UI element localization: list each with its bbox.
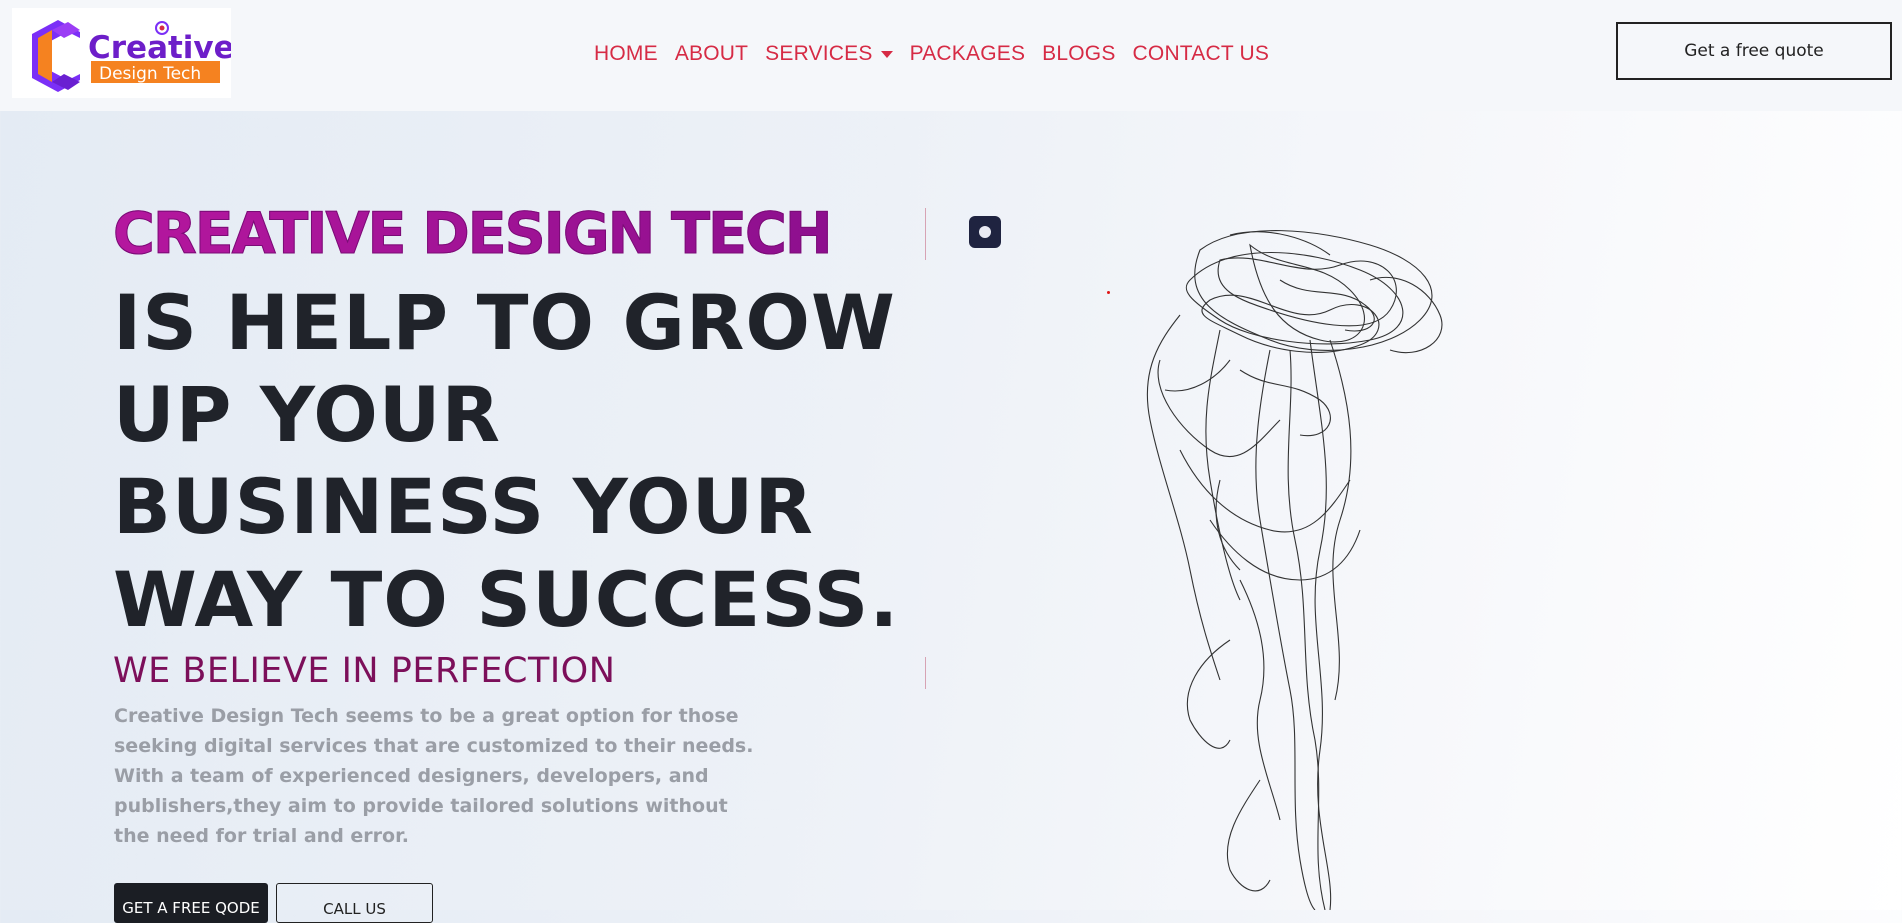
nav-blogs[interactable]: BLOGS <box>1042 42 1115 66</box>
nav-home-label: HOME <box>594 42 658 65</box>
get-quote-button[interactable]: Get a free quote <box>1616 22 1892 80</box>
site-header: Creative Design Tech HOME ABOUT SERVICES… <box>0 0 1902 111</box>
chevron-down-icon <box>880 50 893 58</box>
main-nav: HOME ABOUT SERVICES PACKAGES BLOGS CONTA… <box>594 40 1286 68</box>
hero-headline-line-1: IS HELP TO GROW <box>113 278 896 367</box>
hero-headline-line-4: WAY TO SUCCESS. <box>113 555 900 644</box>
nav-contact-label: CONTACT US <box>1132 42 1270 65</box>
nav-home[interactable]: HOME <box>594 42 658 66</box>
hero-brand-title: CREATIVE DESIGN TECH <box>113 201 834 268</box>
line-sketch-head-illustration <box>1146 230 1443 910</box>
nav-about[interactable]: ABOUT <box>675 42 748 66</box>
nav-contact[interactable]: CONTACT US <box>1133 42 1270 66</box>
divider-top <box>925 208 926 260</box>
hero-headline-line-2: UP YOUR <box>113 370 502 459</box>
brain-icon[interactable] <box>969 216 1001 248</box>
logo-word-2: Design Tech <box>99 64 201 84</box>
hero-description: Creative Design Tech seems to be a great… <box>114 705 754 847</box>
nav-about-label: ABOUT <box>674 42 749 65</box>
logo[interactable]: Creative Design Tech <box>12 8 231 98</box>
divider-bottom <box>925 657 926 689</box>
nav-services[interactable]: SERVICES <box>765 42 893 66</box>
cursor-dot <box>1107 291 1110 294</box>
nav-packages-label: PACKAGES <box>909 42 1026 65</box>
logo-word-1: Creative <box>88 30 231 66</box>
call-us-button[interactable]: CALL US <box>276 883 433 923</box>
nav-blogs-label: BLOGS <box>1042 42 1116 65</box>
brain-icon-dot <box>979 226 991 238</box>
nav-services-label: SERVICES <box>765 42 873 65</box>
logo-mark-icon: Creative Design Tech <box>32 20 231 92</box>
hero-headline-line-3: BUSINESS YOUR <box>113 462 814 551</box>
get-free-code-button[interactable]: GET A FREE QODE <box>114 883 268 923</box>
hero-subheading: WE BELIEVE IN PERFECTION <box>113 651 616 691</box>
nav-packages[interactable]: PACKAGES <box>910 42 1026 66</box>
